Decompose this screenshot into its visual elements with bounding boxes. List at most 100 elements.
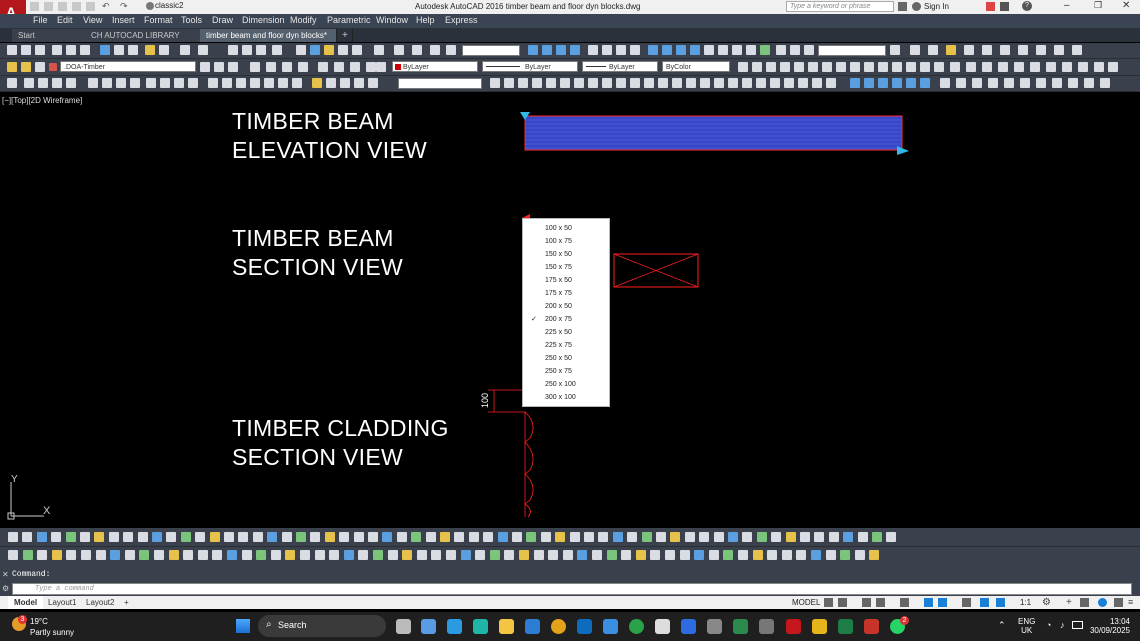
menu-tools[interactable]: Tools <box>181 15 202 25</box>
lookup-menu-item[interactable]: 225 x 75 <box>523 339 609 352</box>
draw-tool-icon[interactable] <box>152 532 162 542</box>
modify-tool-icon[interactable] <box>329 550 340 560</box>
tab-model[interactable]: Model <box>8 596 44 609</box>
clock[interactable]: 13:04 30/09/2025 <box>1088 617 1130 635</box>
calendar-icon[interactable] <box>525 619 540 634</box>
exchange-icon[interactable] <box>986 2 995 11</box>
quickcalc-icon[interactable] <box>374 45 384 55</box>
draw-tool-icon[interactable] <box>454 532 465 542</box>
selection-cycling-icon[interactable] <box>962 598 971 607</box>
layer-thaw-icon[interactable] <box>376 62 386 72</box>
dim-style-dropdown[interactable] <box>818 45 886 56</box>
visual-p-icon[interactable] <box>700 78 710 88</box>
grip-stretch-icon[interactable] <box>897 146 909 155</box>
modify-tool-icon[interactable] <box>431 550 442 560</box>
lookup-menu-item[interactable]: 175 x 75 <box>523 287 609 300</box>
draw-tool-icon[interactable] <box>108 532 119 542</box>
lookup-menu-item[interactable]: 150 x 75 <box>523 261 609 274</box>
osnap-toggle-icon[interactable] <box>900 598 909 607</box>
modify-tool-icon[interactable] <box>796 550 807 560</box>
menu-help[interactable]: Help <box>416 15 435 25</box>
app-a-icon[interactable] <box>655 619 670 634</box>
draw-tool-icon[interactable] <box>65 532 76 542</box>
text-tools-m-icon[interactable] <box>906 62 916 72</box>
draw-tool-icon[interactable] <box>699 532 710 542</box>
layer-tools-h-icon[interactable] <box>1036 45 1046 55</box>
layer-tools-e-icon[interactable] <box>982 45 992 55</box>
modify-tool-icon[interactable] <box>270 550 281 560</box>
dim-diameter-icon[interactable] <box>616 45 626 55</box>
modify-tool-icon[interactable] <box>212 550 223 560</box>
cut-icon[interactable] <box>100 45 110 55</box>
dim-baseline-icon[interactable] <box>662 45 672 55</box>
dim-edit-icon[interactable] <box>776 45 786 55</box>
quick-access-save-icon[interactable] <box>58 2 67 11</box>
label-cladding-section[interactable]: TIMBER CLADDING SECTION VIEW <box>232 414 449 472</box>
snap-e-icon[interactable] <box>66 78 76 88</box>
layer-tools-c-icon[interactable] <box>946 45 956 55</box>
tab-current-drawing[interactable]: timber beam and floor dyn blocks* <box>200 29 337 42</box>
transparency-toggle-icon[interactable] <box>938 598 947 607</box>
matchprop-icon[interactable] <box>145 45 155 55</box>
snap-l-icon[interactable] <box>174 78 184 88</box>
redo-tool-icon[interactable] <box>198 45 208 55</box>
draw-tool-icon[interactable] <box>252 532 263 542</box>
command-close-icon[interactable]: ✕ <box>2 570 9 579</box>
redo-icon[interactable]: ↷ <box>120 1 128 12</box>
draw-tool-icon[interactable] <box>713 532 724 542</box>
draw-tool-icon[interactable] <box>800 532 810 542</box>
undo-icon[interactable]: ↶ <box>102 1 110 12</box>
draw-tool-icon[interactable] <box>828 532 839 542</box>
menu-insert[interactable]: Insert <box>112 15 135 25</box>
layer-isolate-icon[interactable] <box>250 62 260 72</box>
copy-icon[interactable] <box>114 45 124 55</box>
snap-s-icon[interactable] <box>278 78 288 88</box>
modify-tool-icon[interactable] <box>694 550 705 560</box>
modify-tool-icon[interactable] <box>241 550 252 560</box>
modify-tool-icon[interactable] <box>752 550 763 560</box>
text-tools-u-icon[interactable] <box>1030 62 1040 72</box>
plotstyle-dropdown[interactable]: ByColor <box>662 61 730 72</box>
draw-tool-icon[interactable] <box>267 532 278 542</box>
dim-update-icon[interactable] <box>804 45 814 55</box>
render-k-icon[interactable] <box>1004 78 1014 88</box>
visual-a-icon[interactable] <box>490 78 500 88</box>
status-model-button[interactable]: MODEL <box>792 598 820 607</box>
app-b-icon[interactable] <box>681 619 696 634</box>
visual-e-icon[interactable] <box>546 78 556 88</box>
draw-tool-icon[interactable] <box>180 532 191 542</box>
render-m-icon[interactable] <box>1036 78 1046 88</box>
draw-tool-icon[interactable] <box>137 532 148 542</box>
draw-tool-icon[interactable] <box>411 532 422 542</box>
pan-icon[interactable] <box>228 45 238 55</box>
dim-space-icon[interactable] <box>690 45 700 55</box>
layer-tools-d-icon[interactable] <box>964 45 974 55</box>
draw-tool-icon[interactable] <box>468 532 479 542</box>
modify-tool-icon[interactable] <box>781 550 792 560</box>
render-j-icon[interactable] <box>988 78 998 88</box>
lookup-menu-item[interactable]: 150 x 50 <box>523 248 609 261</box>
snap-n-icon[interactable] <box>208 78 218 88</box>
layer-tools-j-icon[interactable] <box>1072 45 1082 55</box>
visual-m-icon[interactable] <box>658 78 668 88</box>
style-dropdown[interactable] <box>462 45 520 56</box>
draw-tool-icon[interactable] <box>641 532 652 542</box>
dim-text-edit-icon[interactable] <box>790 45 800 55</box>
battery-icon[interactable] <box>1072 621 1083 629</box>
text-tools-e-icon[interactable] <box>794 62 804 72</box>
draw-tool-icon[interactable] <box>238 532 249 542</box>
render-l-icon[interactable] <box>1020 78 1030 88</box>
menu-dimension[interactable]: Dimension <box>242 15 285 25</box>
modify-tool-icon[interactable] <box>343 550 354 560</box>
draw-tool-icon[interactable] <box>368 532 378 542</box>
dim-arc-icon[interactable] <box>556 45 566 55</box>
visual-d-icon[interactable] <box>532 78 542 88</box>
modify-tool-icon[interactable] <box>402 550 413 560</box>
snap-d-icon[interactable] <box>52 78 62 88</box>
modify-tool-icon[interactable] <box>562 550 573 560</box>
draw-tool-icon[interactable] <box>814 532 825 542</box>
render-c-icon[interactable] <box>878 78 888 88</box>
render-o-icon[interactable] <box>1068 78 1078 88</box>
draw-tool-icon[interactable] <box>555 532 566 542</box>
text-tools-f-icon[interactable] <box>808 62 818 72</box>
